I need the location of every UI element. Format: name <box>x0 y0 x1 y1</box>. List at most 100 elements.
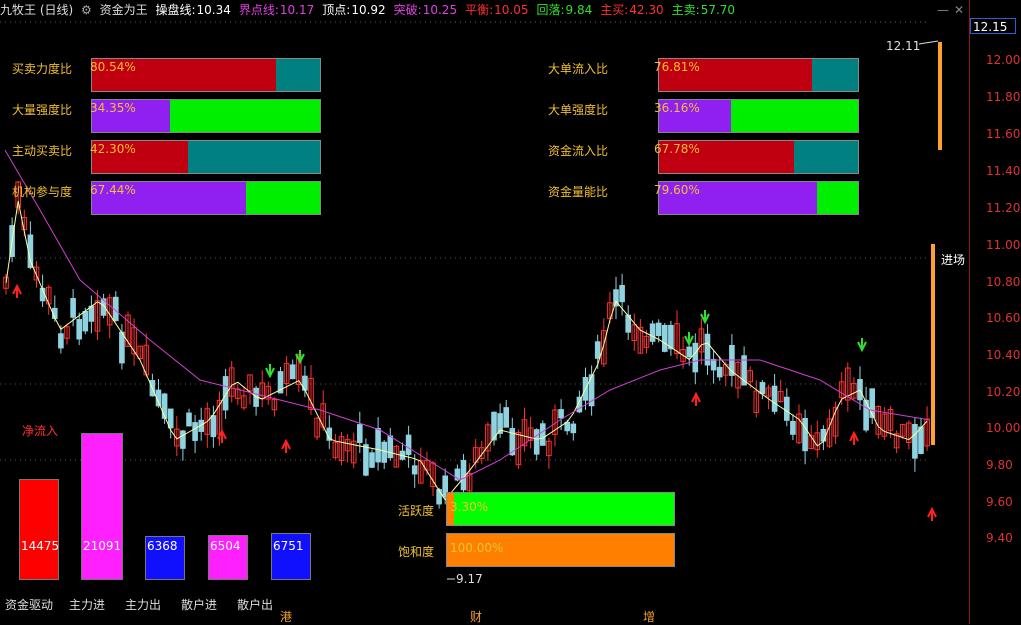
candle-body <box>918 426 924 454</box>
high-annotation: 12.11 <box>886 39 921 53</box>
candle-body <box>570 423 577 434</box>
activity-value: 100.00% <box>450 541 504 555</box>
activity-label: 饱和度 <box>398 545 435 559</box>
candle-body <box>869 388 876 418</box>
flow-bar-value: 21091 <box>83 539 122 553</box>
flow-bar <box>19 479 59 580</box>
down-arrow-icon <box>684 332 694 347</box>
up-arrow-icon <box>927 506 937 521</box>
ratio-value: 67.78% <box>654 142 700 156</box>
candle-body <box>119 331 125 364</box>
candle-body <box>180 430 186 449</box>
ratio-bar-rest <box>170 100 320 132</box>
ratio-bar-rest <box>817 182 858 214</box>
candle-body <box>790 420 796 435</box>
ratio-value: 80.54% <box>90 60 136 74</box>
candle-body <box>289 364 296 380</box>
ratio-bar-rest <box>275 59 320 91</box>
candle-body <box>558 409 564 419</box>
activity-label: 活跃度 <box>398 504 435 518</box>
ratio-label: 大单强度比 <box>548 103 609 117</box>
axis-tick-label: 10.40 <box>986 348 1021 362</box>
flow-bar-label: 主力进 <box>69 598 106 612</box>
current-price-box: 12.15 <box>970 18 1016 34</box>
down-arrow-icon <box>857 338 867 353</box>
flow-bar <box>81 433 123 580</box>
ratio-bar-rest <box>811 59 858 91</box>
ratio-label: 资金流入比 <box>548 144 609 158</box>
up-arrow-icon <box>12 283 22 298</box>
down-arrow-icon <box>295 350 305 365</box>
candle-body <box>82 310 89 332</box>
candle-body <box>655 322 662 337</box>
ratio-bar-rest <box>730 100 858 132</box>
flow-bar-value: 6368 <box>147 539 178 553</box>
ratio-label: 机构参与度 <box>12 185 73 199</box>
flow-bar-label: 资金驱动 <box>5 598 54 612</box>
flow-bar-label: 主力出 <box>125 598 162 612</box>
axis-tick-label: 9.60 <box>986 495 1013 509</box>
ratio-label: 大量强度比 <box>12 103 73 117</box>
candle-body <box>70 298 76 318</box>
ratio-value: 76.81% <box>654 60 700 74</box>
candle-body <box>784 396 790 421</box>
ratio-label: 买卖力度比 <box>12 62 73 76</box>
candle-body <box>411 465 418 475</box>
candle-body <box>405 434 412 455</box>
time-marker: 增 <box>643 610 656 624</box>
low-annotation: 9.17 <box>456 572 483 586</box>
candle-body <box>802 418 808 452</box>
up-arrow-icon <box>849 430 859 445</box>
candle-body <box>668 324 674 350</box>
candle-body <box>192 422 198 441</box>
candle-body <box>540 423 546 446</box>
flow-bar-label: 散户进 <box>181 598 218 612</box>
candle-body <box>912 423 918 459</box>
axis-tick-label: 11.40 <box>986 164 1021 178</box>
axis-tick-label: 9.40 <box>986 531 1013 545</box>
ratio-bar-rest <box>793 141 858 173</box>
candle-body <box>88 305 95 322</box>
chart-window: 九牧王 (日线) ⚙ 资金为王 操盘线:10.34 界点线:10.17 顶点:10.… <box>0 0 1021 624</box>
time-marker: 财 <box>470 610 483 624</box>
ratio-value: 67.44% <box>90 183 136 197</box>
activity-value: 3.30% <box>450 500 489 514</box>
ratio-value: 36.16% <box>654 101 700 115</box>
flow-bar-value: 14475 <box>21 539 60 553</box>
ratio-label: 大单流入比 <box>548 62 609 76</box>
axis-tick-label: 10.60 <box>986 311 1021 325</box>
candle-body <box>161 393 168 419</box>
candle-body <box>58 333 64 349</box>
down-arrow-icon <box>265 364 275 379</box>
candle-body <box>436 489 442 505</box>
axis-tick-label: 11.20 <box>986 201 1021 215</box>
candle-body <box>387 435 394 459</box>
ratio-label: 主动买卖比 <box>12 144 73 158</box>
candle-body <box>771 385 778 412</box>
axis-tick-label: 10.00 <box>986 421 1021 435</box>
candle-body <box>619 284 625 303</box>
down-arrow-icon <box>700 310 710 325</box>
candle-body <box>649 323 656 342</box>
pointer-line <box>918 40 939 45</box>
candle-body <box>692 342 699 373</box>
up-arrow-icon <box>691 391 701 406</box>
candle-body <box>369 452 375 468</box>
candle-body <box>533 429 540 455</box>
candle-body <box>759 382 766 395</box>
up-arrow-icon <box>281 438 291 453</box>
axis-tick-label: 11.00 <box>986 238 1021 252</box>
ratio-value: 79.60% <box>654 183 700 197</box>
flow-bar-label: 散户出 <box>237 598 274 612</box>
candle-body <box>820 428 827 442</box>
ratio-bar-rest <box>188 141 320 173</box>
net-inflow-label: 净流入 <box>22 424 59 438</box>
ratio-label: 资金量能比 <box>548 185 609 199</box>
candle-body <box>716 366 723 378</box>
candle-body <box>662 324 668 352</box>
candlestick-chart[interactable] <box>0 0 969 624</box>
ratio-bar-rest <box>245 182 320 214</box>
time-marker: 港 <box>280 610 293 624</box>
axis-tick-label: 9.80 <box>986 458 1013 472</box>
candle-body <box>357 424 363 443</box>
